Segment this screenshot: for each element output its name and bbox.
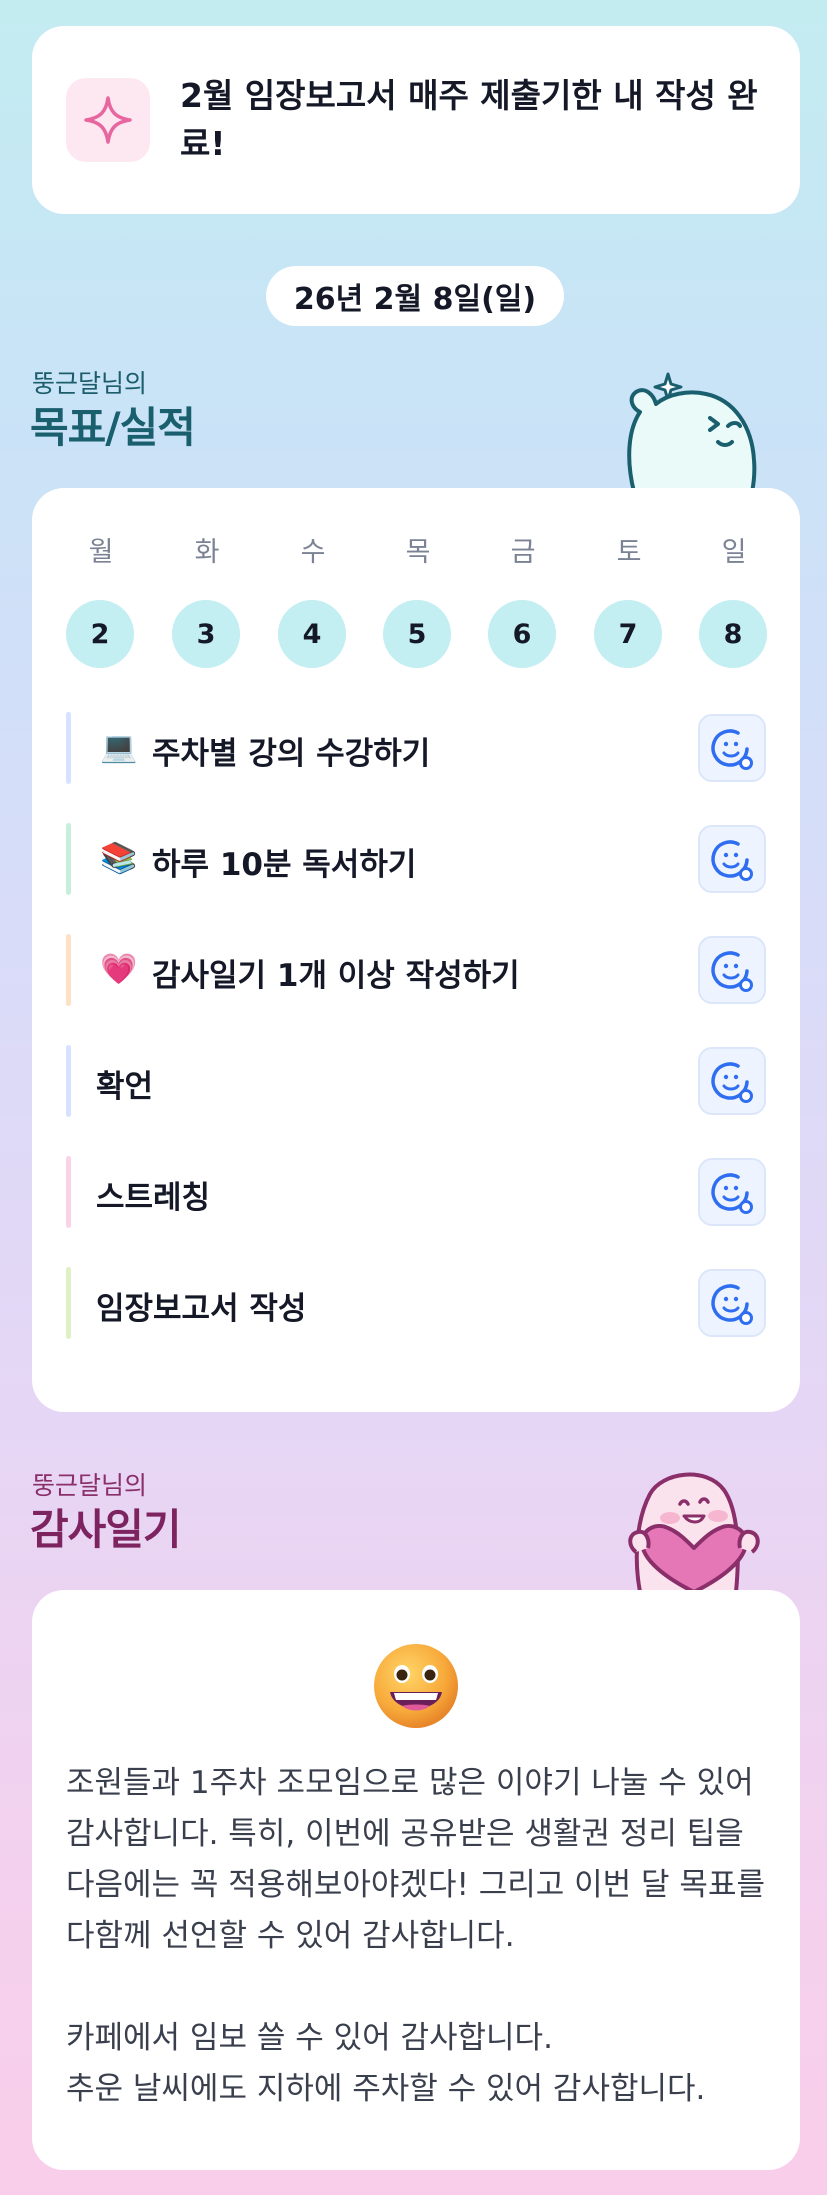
laptop-icon: 💻 xyxy=(100,730,138,765)
add-reaction-button[interactable] xyxy=(698,936,766,1004)
mascot-illustration xyxy=(627,372,757,492)
add-reaction-button[interactable] xyxy=(698,714,766,782)
gratitude-card: 조원들과 1주차 조모임으로 많은 이야기 나눌 수 있어 감사합니다. 특히,… xyxy=(32,1590,800,2170)
date-button[interactable]: 8 xyxy=(699,600,767,668)
weekday-label: 일 xyxy=(721,537,747,568)
goal-label: 확언 xyxy=(96,1069,154,1105)
heart-icon: 💗 xyxy=(100,952,138,987)
goals-section-title: 목표/실적 xyxy=(30,403,196,452)
add-reaction-icon xyxy=(711,951,753,992)
gratitude-text: 조원들과 1주차 조모임으로 많은 이야기 나눌 수 있어 감사합니다. 특히,… xyxy=(66,1765,765,2107)
add-reaction-icon xyxy=(711,1173,753,1214)
goal-item: 💗 감사일기 1개 이상 작성하기 xyxy=(66,934,766,1006)
add-reaction-button[interactable] xyxy=(698,1047,766,1115)
goal-color-bar xyxy=(66,712,71,784)
date-button[interactable]: 6 xyxy=(488,600,556,668)
goal-color-bar xyxy=(66,1267,71,1339)
add-reaction-icon xyxy=(711,729,753,770)
goal-label: 임장보고서 작성 xyxy=(96,1291,307,1327)
add-reaction-button[interactable] xyxy=(698,1269,766,1337)
add-reaction-icon xyxy=(711,1062,753,1103)
goal-label: 주차별 강의 수강하기 xyxy=(152,736,431,772)
goal-label: 스트레칭 xyxy=(96,1180,211,1216)
banner-text: 2월 임장보고서 매주 제출기한 내 작성 완료! xyxy=(180,76,758,163)
weekday-row: 월 화 수 목 금 토 일 xyxy=(32,530,800,570)
goal-color-bar xyxy=(66,823,71,895)
goal-banner: 2월 임장보고서 매주 제출기한 내 작성 완료! xyxy=(32,26,800,214)
goal-item: 임장보고서 작성 xyxy=(66,1267,766,1339)
goal-item: 스트레칭 xyxy=(66,1156,766,1228)
weekday-label: 목 xyxy=(405,537,431,568)
goal-item: 확언 xyxy=(66,1045,766,1117)
weekday-label: 화 xyxy=(194,537,220,568)
weekday-label: 토 xyxy=(616,537,642,568)
goal-label: 감사일기 1개 이상 작성하기 xyxy=(152,958,520,994)
add-reaction-icon xyxy=(711,840,753,881)
books-icon: 📚 xyxy=(100,841,138,876)
goals-card: 월 화 수 목 금 토 일 2 3 4 5 6 7 8 💻 주차별 강의 수강하… xyxy=(32,488,800,1412)
goal-item: 💻 주차별 강의 수강하기 xyxy=(66,712,766,784)
mascot-illustration xyxy=(628,1472,760,1592)
add-reaction-icon xyxy=(711,1284,753,1325)
grinning-face-icon xyxy=(374,1644,458,1728)
date-button[interactable]: 5 xyxy=(383,600,451,668)
date-label: 26년 2월 8일(일) xyxy=(266,266,564,326)
goal-color-bar xyxy=(66,1156,71,1228)
date-button[interactable]: 2 xyxy=(66,600,134,668)
date-button[interactable]: 4 xyxy=(278,600,346,668)
weekday-label: 금 xyxy=(510,537,536,568)
weekday-label: 월 xyxy=(88,537,114,568)
date-button[interactable]: 3 xyxy=(172,600,240,668)
goal-item: 📚 하루 10분 독서하기 xyxy=(66,823,766,895)
date-button[interactable]: 7 xyxy=(594,600,662,668)
sparkle-icon xyxy=(66,78,150,162)
add-reaction-button[interactable] xyxy=(698,1158,766,1226)
gratitude-section-title: 감사일기 xyxy=(30,1505,182,1554)
add-reaction-button[interactable] xyxy=(698,825,766,893)
goal-color-bar xyxy=(66,934,71,1006)
goal-label: 하루 10분 독서하기 xyxy=(152,847,417,883)
weekday-label: 수 xyxy=(300,537,326,568)
goal-color-bar xyxy=(66,1045,71,1117)
